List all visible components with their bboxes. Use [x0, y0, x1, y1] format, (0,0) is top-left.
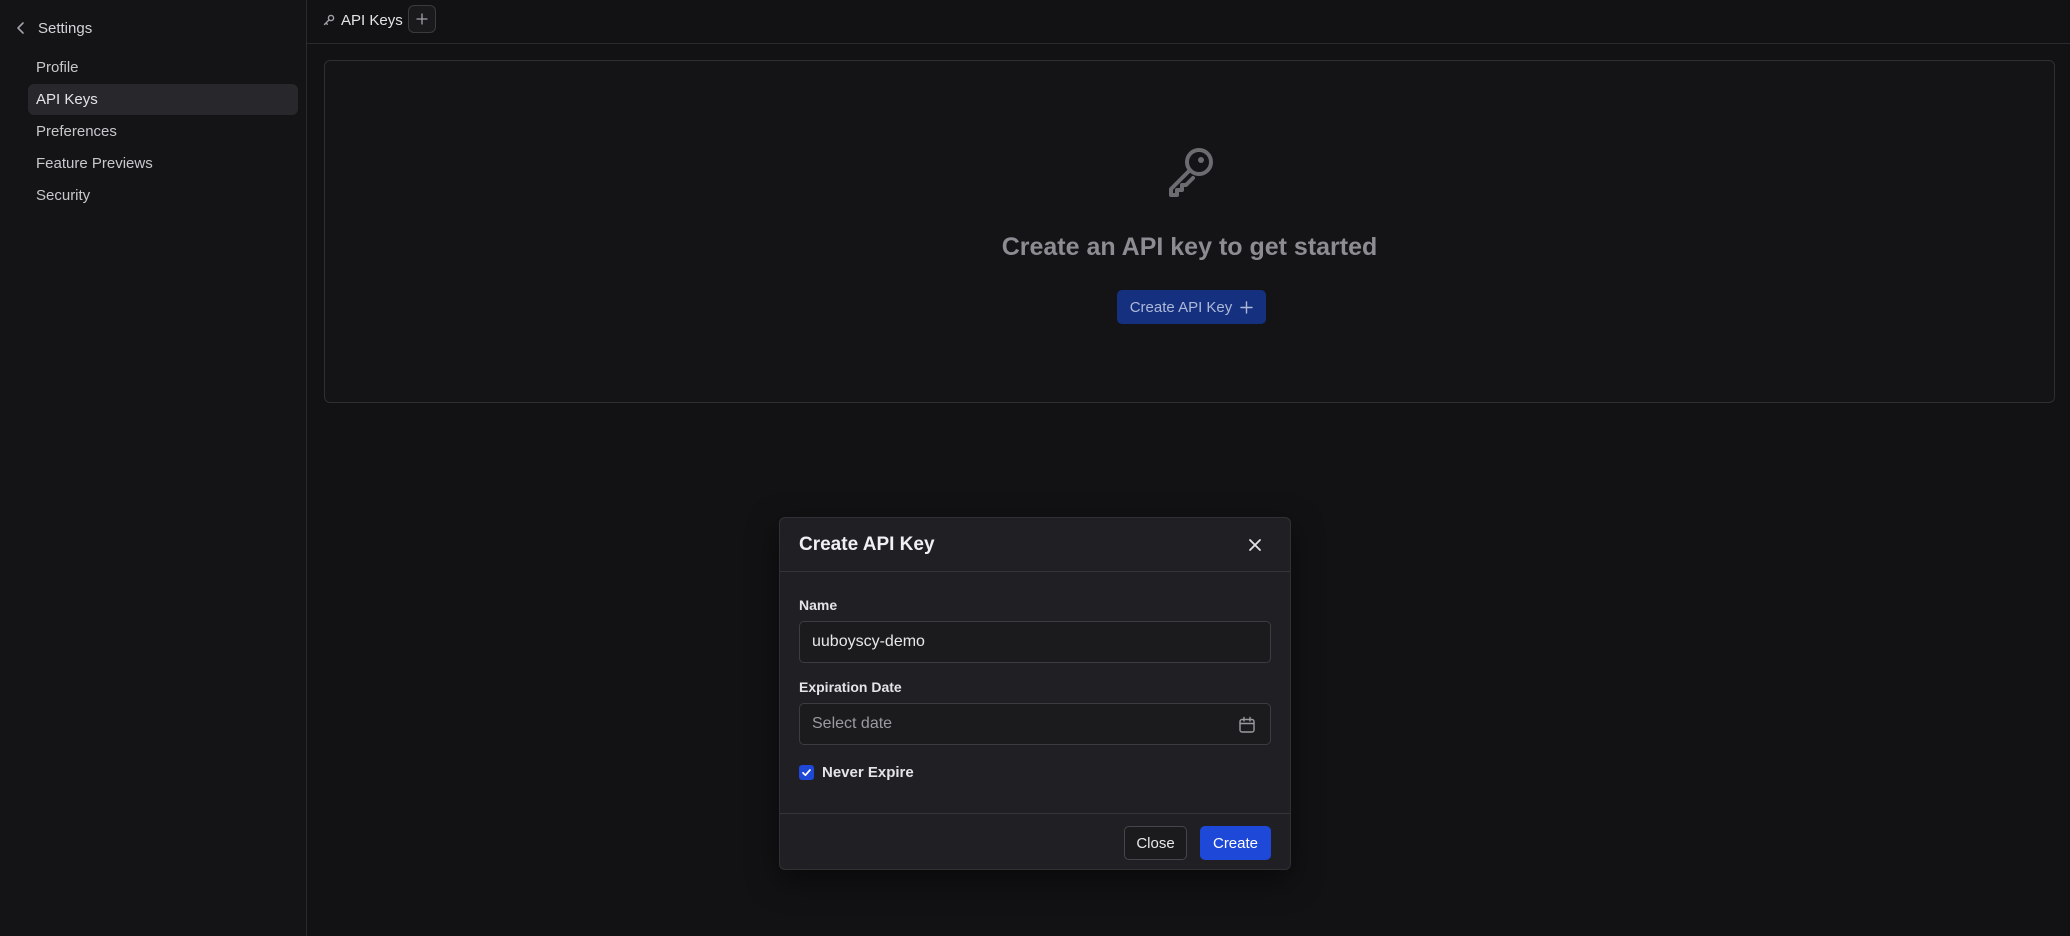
- close-icon: [1249, 539, 1261, 551]
- sidebar-item-label: Security: [36, 187, 91, 204]
- key-icon: [323, 14, 335, 26]
- name-field-label: Name: [799, 597, 838, 613]
- api-keys-empty-state: Create an API key to get started Create …: [324, 60, 2055, 403]
- tab-bar: API Keys: [307, 0, 2070, 44]
- sidebar-item-feature-previews[interactable]: Feature Previews: [28, 148, 298, 179]
- create-api-key-label: Create API Key: [1129, 298, 1233, 316]
- check-icon: [802, 769, 811, 777]
- create-api-key-button[interactable]: Create API Key: [1117, 290, 1266, 324]
- empty-state-title: Create an API key to get started: [1001, 233, 1378, 261]
- expiration-placeholder: Select date: [812, 715, 893, 732]
- sidebar-item-label: Profile: [36, 59, 79, 76]
- sidebar-item-preferences[interactable]: Preferences: [28, 116, 298, 147]
- sidebar-title: Settings: [38, 19, 93, 37]
- sidebar-item-api-keys[interactable]: API Keys: [28, 84, 298, 115]
- create-button[interactable]: Create: [1200, 826, 1271, 860]
- settings-nav: Profile API Keys Preferences Feature Pre…: [28, 52, 298, 212]
- tab-api-keys[interactable]: API Keys: [323, 7, 403, 33]
- create-api-key-dialog: Create API Key Name Expiration Date Sele…: [779, 517, 1291, 870]
- dialog-title: Create API Key: [799, 534, 935, 555]
- sidebar-item-security[interactable]: Security: [28, 180, 298, 211]
- name-input[interactable]: [799, 621, 1271, 663]
- plus-icon: [416, 13, 428, 25]
- expiration-field-label: Expiration Date: [799, 679, 902, 695]
- tab-label: API Keys: [341, 11, 403, 29]
- expiration-date-picker[interactable]: Select date: [799, 703, 1271, 745]
- chevron-left-icon: [17, 22, 24, 34]
- sidebar-item-label: API Keys: [36, 91, 98, 108]
- back-to-settings[interactable]: Settings: [14, 14, 92, 42]
- dialog-close-button[interactable]: [1245, 535, 1265, 555]
- close-button[interactable]: Close: [1124, 826, 1187, 860]
- settings-sidebar: Settings Profile API Keys Preferences Fe…: [0, 0, 307, 936]
- never-expire-option[interactable]: Never Expire: [799, 764, 914, 781]
- plus-icon: [1240, 300, 1253, 314]
- sidebar-item-label: Preferences: [36, 123, 117, 140]
- sidebar-item-profile[interactable]: Profile: [28, 52, 298, 83]
- never-expire-checkbox[interactable]: [799, 765, 814, 780]
- add-tab-button[interactable]: [408, 5, 436, 33]
- key-icon: [1169, 148, 1213, 197]
- dialog-header: Create API Key: [780, 518, 1290, 572]
- never-expire-label: Never Expire: [822, 764, 914, 781]
- sidebar-item-label: Feature Previews: [36, 155, 153, 172]
- calendar-icon: [1239, 716, 1255, 733]
- dialog-footer: Close Create: [780, 813, 1290, 869]
